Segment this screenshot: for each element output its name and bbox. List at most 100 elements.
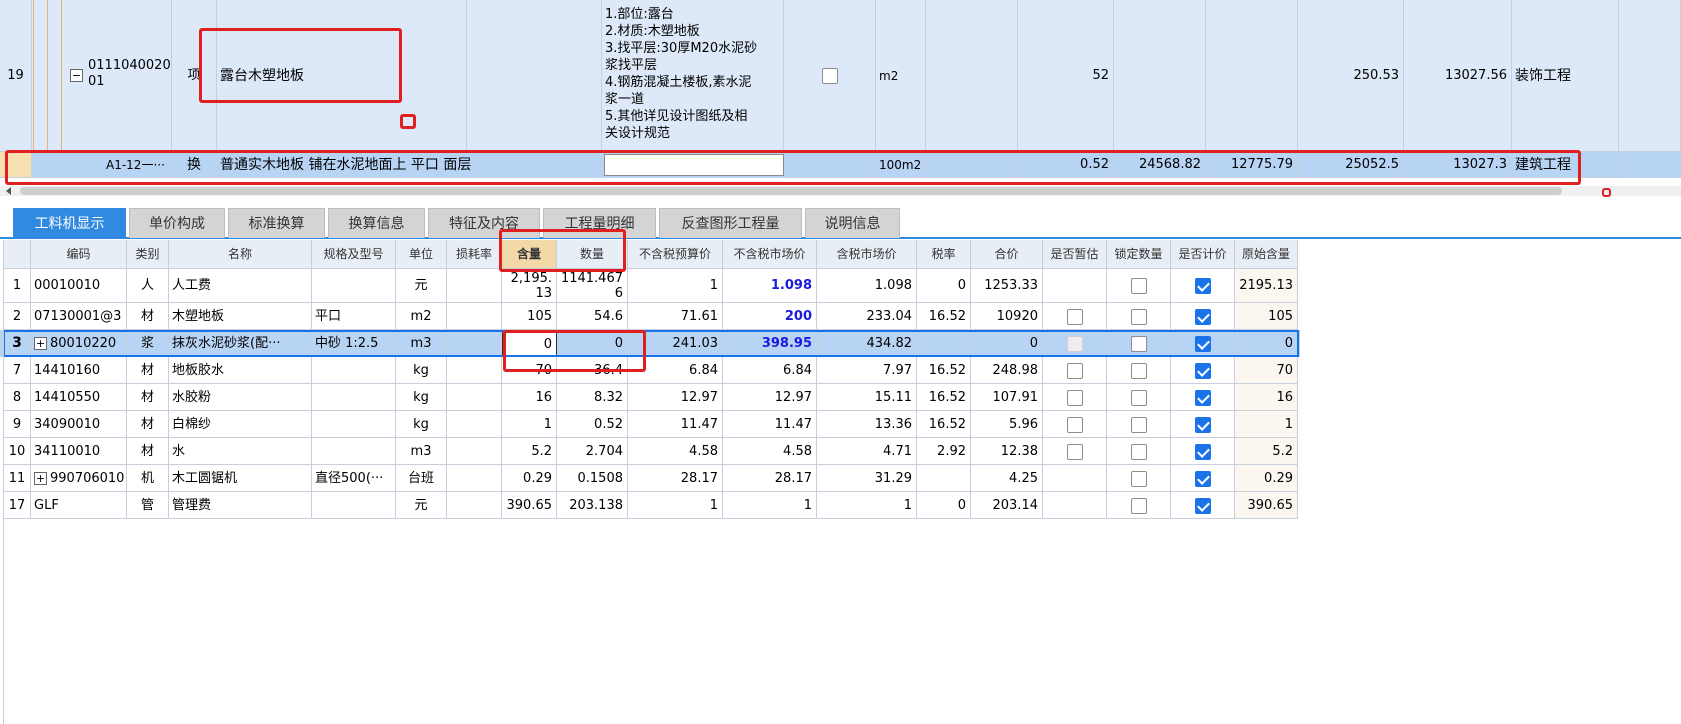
- row-loss-rate[interactable]: [447, 438, 502, 465]
- row-market-price[interactable]: 200: [723, 303, 817, 330]
- row-loss-rate[interactable]: [447, 330, 502, 357]
- row-tax-rate[interactable]: 16.52: [917, 357, 971, 384]
- row-total[interactable]: 4.25: [971, 465, 1043, 492]
- table-row[interactable]: 7 14410160 材地板胶水 kg 70 36.4 6.84 6.84 7.97 16.52 2…: [0, 357, 1300, 384]
- row-number[interactable]: 2: [4, 303, 31, 330]
- row-tax-market-price[interactable]: 1.098: [817, 269, 917, 303]
- header-loss-rate[interactable]: 损耗率: [447, 240, 502, 269]
- header-code[interactable]: 编码: [31, 240, 127, 269]
- sub-name[interactable]: 普通实木地板 铺在水泥地面上 平口 面层: [217, 152, 602, 178]
- row-spec[interactable]: [312, 384, 396, 411]
- row-total[interactable]: 203.14: [971, 492, 1043, 519]
- row-number[interactable]: 9: [4, 411, 31, 438]
- row-content[interactable]: 0: [502, 330, 557, 357]
- row-number[interactable]: 7: [4, 357, 31, 384]
- row-tax-market-price[interactable]: 434.82: [817, 330, 917, 357]
- item-checkbox[interactable]: [821, 67, 838, 84]
- header-content[interactable]: 含量: [502, 240, 557, 269]
- horizontal-scrollbar[interactable]: [0, 186, 1681, 196]
- row-market-price[interactable]: 398.95: [723, 330, 817, 357]
- header-original-content[interactable]: 原始含量: [1235, 240, 1298, 269]
- header-category[interactable]: 类别: [127, 240, 169, 269]
- row-code[interactable]: +990706010: [31, 465, 127, 492]
- row-category[interactable]: 材: [127, 438, 169, 465]
- sub-feature-input[interactable]: [604, 154, 784, 176]
- row-name[interactable]: 抹灰水泥砂浆(配···: [169, 330, 312, 357]
- row-lock-quantity-checkbox[interactable]: [1130, 497, 1147, 514]
- row-category[interactable]: 浆: [127, 330, 169, 357]
- table-row[interactable]: 17 GLF 管管理费元 390.65 203.138 1 1 1 0 203.14 390.65: [0, 492, 1300, 519]
- row-tax-market-price[interactable]: 7.97: [817, 357, 917, 384]
- row-content[interactable]: 16: [502, 384, 557, 411]
- row-original-content[interactable]: 1: [1235, 411, 1298, 438]
- row-tax-market-price[interactable]: 15.11: [817, 384, 917, 411]
- row-unit[interactable]: 元: [396, 269, 447, 303]
- scrollbar-thumb[interactable]: [20, 187, 1562, 195]
- row-unit[interactable]: kg: [396, 411, 447, 438]
- row-tax-market-price[interactable]: 4.71: [817, 438, 917, 465]
- row-lock-quantity-checkbox[interactable]: [1130, 416, 1147, 433]
- table-row[interactable]: 8 14410550 材水胶粉 kg 16 8.32 12.97 12.97 15.11 16.5…: [0, 384, 1300, 411]
- row-tax-rate[interactable]: [917, 465, 971, 492]
- row-loss-rate[interactable]: [447, 492, 502, 519]
- row-market-price[interactable]: 6.84: [723, 357, 817, 384]
- row-category[interactable]: 材: [127, 303, 169, 330]
- row-quantity[interactable]: 8.32: [557, 384, 628, 411]
- row-original-content[interactable]: 16: [1235, 384, 1298, 411]
- header-unit[interactable]: 单位: [396, 240, 447, 269]
- row-tax-rate[interactable]: 0: [917, 492, 971, 519]
- row-budget-price[interactable]: 1: [628, 269, 723, 303]
- row-is-estimate-checkbox[interactable]: [1066, 308, 1083, 325]
- row-tax-rate[interactable]: [917, 330, 971, 357]
- row-loss-rate[interactable]: [447, 269, 502, 303]
- row-number[interactable]: 3: [4, 330, 31, 357]
- row-lock-quantity-checkbox[interactable]: [1130, 277, 1147, 294]
- table-row[interactable]: 9 34090010 材白棉纱 kg 1 0.52 11.47 11.47 13.36 16.52…: [0, 411, 1300, 438]
- row-content[interactable]: 5.2: [502, 438, 557, 465]
- table-row[interactable]: 2 07130001@3 材木塑地板 平口 m2 105 54.6 71.61 200 233.0…: [0, 303, 1300, 330]
- table-row[interactable]: 10 34110010 材水 m3 5.2 2.704 4.58 4.58 4.71 2.92 12…: [0, 438, 1300, 465]
- tab-description[interactable]: 说明信息: [805, 208, 900, 238]
- row-is-priced-checkbox[interactable]: [1194, 277, 1211, 294]
- header-is-estimate[interactable]: 是否暂估: [1043, 240, 1107, 269]
- row-budget-price[interactable]: 4.58: [628, 438, 723, 465]
- header-tax-rate[interactable]: 税率: [917, 240, 971, 269]
- row-category[interactable]: 材: [127, 357, 169, 384]
- row-number[interactable]: 17: [4, 492, 31, 519]
- row-tax-market-price[interactable]: 233.04: [817, 303, 917, 330]
- row-tax-market-price[interactable]: 13.36: [817, 411, 917, 438]
- row-is-priced-checkbox[interactable]: [1194, 416, 1211, 433]
- row-quantity[interactable]: 1141.467 6: [557, 269, 628, 303]
- row-tax-market-price[interactable]: 31.29: [817, 465, 917, 492]
- item-features[interactable]: 1.部位:露台 2.材质:木塑地板 3.找平层:30厚M20水泥砂 浆找平层 4…: [602, 0, 784, 152]
- row-unit[interactable]: kg: [396, 357, 447, 384]
- tab-standard-conversion[interactable]: 标准换算: [228, 208, 325, 238]
- item-name[interactable]: 露台木塑地板: [217, 0, 467, 152]
- row-quantity[interactable]: 0: [557, 330, 628, 357]
- row-quantity[interactable]: 2.704: [557, 438, 628, 465]
- row-market-price[interactable]: 28.17: [723, 465, 817, 492]
- row-total[interactable]: 248.98: [971, 357, 1043, 384]
- row-original-content[interactable]: 5.2: [1235, 438, 1298, 465]
- row-lock-quantity-checkbox[interactable]: [1130, 443, 1147, 460]
- row-original-content[interactable]: 2195.13: [1235, 269, 1298, 303]
- row-lock-quantity-checkbox[interactable]: [1130, 362, 1147, 379]
- tab-reverse-lookup[interactable]: 反查图形工程量: [659, 208, 802, 238]
- row-category[interactable]: 材: [127, 411, 169, 438]
- row-budget-price[interactable]: 11.47: [628, 411, 723, 438]
- row-unit[interactable]: kg: [396, 384, 447, 411]
- row-tax-rate[interactable]: 0: [917, 269, 971, 303]
- header-tax-market-price[interactable]: 含税市场价: [817, 240, 917, 269]
- row-budget-price[interactable]: 12.97: [628, 384, 723, 411]
- row-content[interactable]: 0.29: [502, 465, 557, 492]
- row-code[interactable]: 07130001@3: [31, 303, 127, 330]
- row-total[interactable]: 107.91: [971, 384, 1043, 411]
- tab-conversion-info[interactable]: 换算信息: [328, 208, 425, 238]
- row-market-price[interactable]: 12.97: [723, 384, 817, 411]
- row-category[interactable]: 材: [127, 384, 169, 411]
- tab-quantity-detail[interactable]: 工程量明细: [543, 208, 656, 238]
- row-content[interactable]: 105: [502, 303, 557, 330]
- row-total[interactable]: 0: [971, 330, 1043, 357]
- row-code[interactable]: 14410550: [31, 384, 127, 411]
- row-name[interactable]: 白棉纱: [169, 411, 312, 438]
